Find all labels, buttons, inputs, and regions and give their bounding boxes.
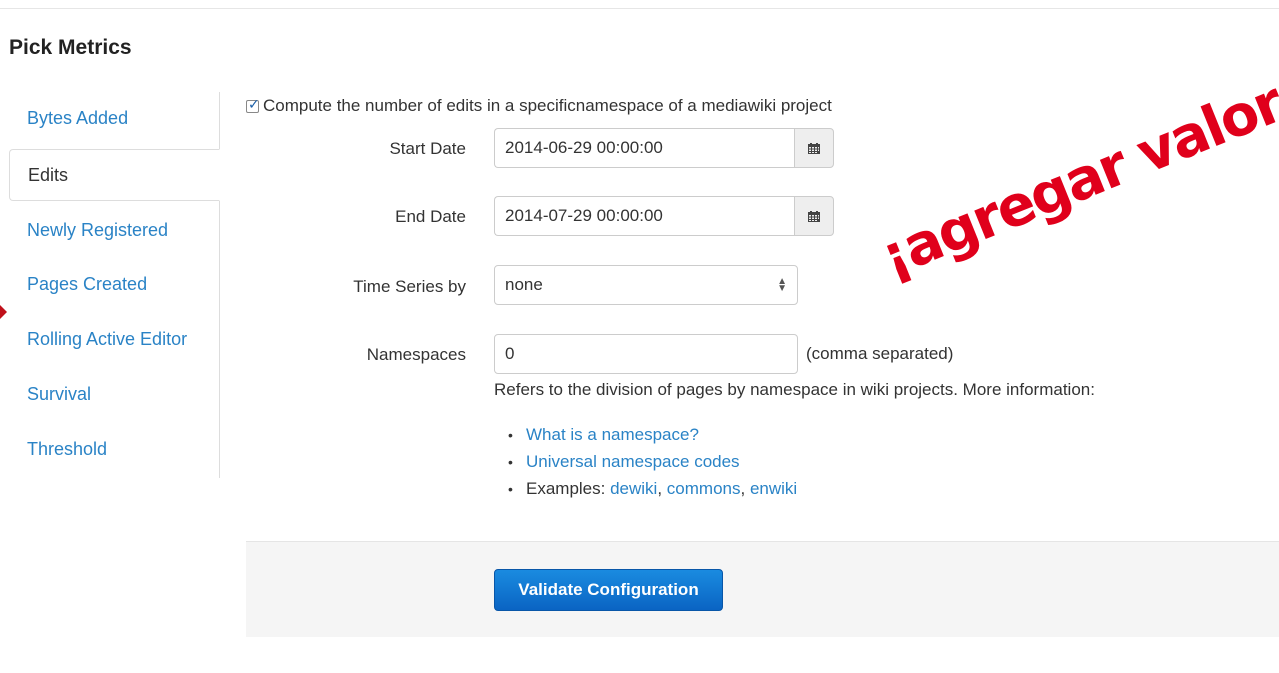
examples-separator: , xyxy=(657,478,667,498)
end-date-input[interactable]: 2014-07-29 00:00:00 xyxy=(494,196,794,236)
dewiki-link[interactable]: dewiki xyxy=(610,479,657,499)
namespaces-help-text: Refers to the division of pages by names… xyxy=(494,380,1095,399)
annotation-overlay-text: ¡agregar valores xyxy=(872,45,1279,291)
enwiki-link[interactable]: enwiki xyxy=(750,479,797,499)
tab-pages-created[interactable]: Pages Created xyxy=(9,258,219,310)
form-actions: Validate Configuration xyxy=(246,541,1279,637)
tab-bytes-added[interactable]: Bytes Added xyxy=(9,92,219,144)
calendar-icon xyxy=(808,210,820,222)
tab-threshold[interactable]: Threshold xyxy=(9,423,219,475)
time-series-select[interactable]: none ▲ ▼ xyxy=(494,265,798,305)
what-is-namespace-link[interactable]: What is a namespace? xyxy=(526,425,699,445)
start-date-input[interactable]: 2014-06-29 00:00:00 xyxy=(494,128,794,168)
namespaces-input[interactable]: 0 xyxy=(494,334,798,374)
examples-separator: , xyxy=(740,478,750,498)
tab-rolling-active-editor[interactable]: Rolling Active Editor xyxy=(9,313,219,365)
namespaces-label: Namespaces xyxy=(366,345,466,364)
commons-link[interactable]: commons xyxy=(667,479,741,499)
list-item: • Universal namespace codes xyxy=(508,451,740,472)
tab-survival[interactable]: Survival xyxy=(9,368,219,420)
namespace-links-list: • What is a namespace? • Universal names… xyxy=(494,421,797,502)
namespace-codes-link[interactable]: Universal namespace codes xyxy=(526,452,740,472)
top-divider xyxy=(0,8,1279,9)
annotation-arrow-tip xyxy=(0,305,7,319)
start-date-label: Start Date xyxy=(389,139,466,158)
list-item: • What is a namespace? xyxy=(508,424,699,445)
end-date-label: End Date xyxy=(395,207,466,226)
page: Pick Metrics Bytes Added Edits Newly Reg… xyxy=(0,0,1279,673)
examples-label: Examples: xyxy=(526,478,611,498)
time-series-label: Time Series by xyxy=(353,277,466,296)
calendar-icon xyxy=(808,142,820,154)
compute-checkbox[interactable]: ✓ xyxy=(246,95,260,113)
section-title: Pick Metrics xyxy=(9,36,132,59)
compute-checkbox-row[interactable]: ✓ Compute the number of edits in a speci… xyxy=(246,96,832,116)
end-date-calendar-button[interactable] xyxy=(794,196,834,236)
tab-newly-registered[interactable]: Newly Registered xyxy=(9,204,219,256)
select-arrows-icon: ▲ ▼ xyxy=(777,276,787,294)
metric-tabs: Bytes Added Edits Newly Registered Pages… xyxy=(9,92,220,478)
namespaces-hint: (comma separated) xyxy=(806,344,954,363)
list-item: • Examples: dewiki , commons , enwiki xyxy=(508,478,798,499)
time-series-value: none xyxy=(505,275,543,294)
checkmark-icon: ✓ xyxy=(248,95,260,112)
validate-configuration-button[interactable]: Validate Configuration xyxy=(494,569,723,611)
start-date-calendar-button[interactable] xyxy=(794,128,834,168)
compute-checkbox-label: Compute the number of edits in a specifi… xyxy=(263,96,832,115)
tab-edits[interactable]: Edits xyxy=(9,149,220,201)
